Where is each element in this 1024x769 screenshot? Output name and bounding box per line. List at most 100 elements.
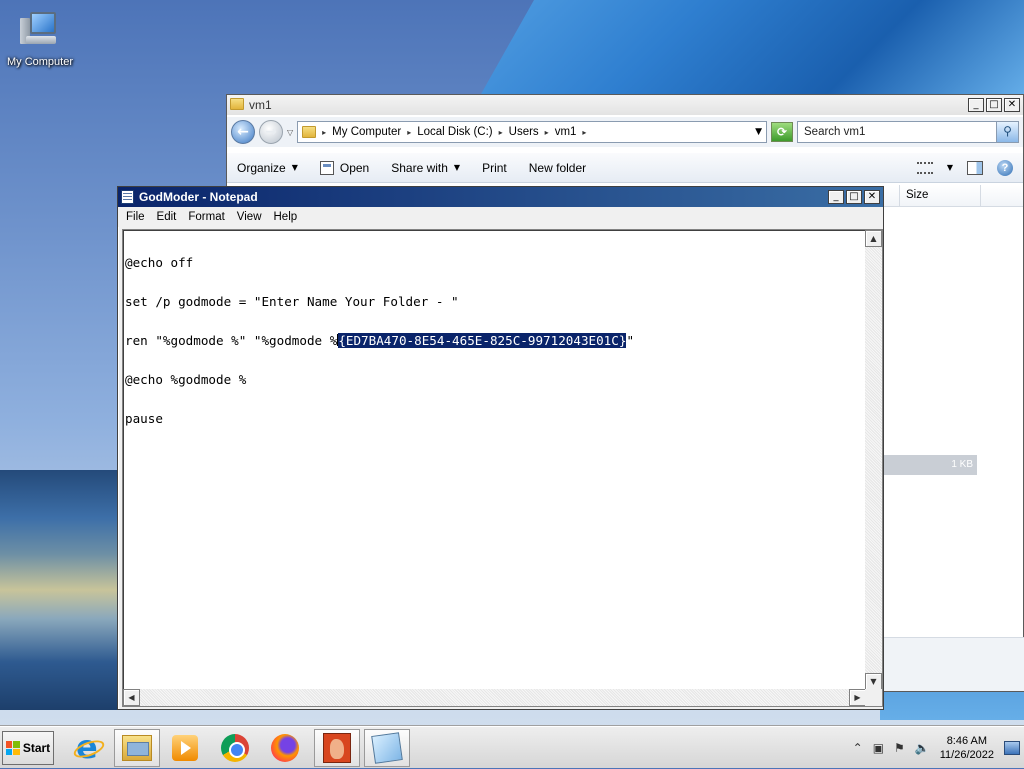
chevron-right-icon[interactable]: ▸ xyxy=(322,128,326,137)
recent-pages-button[interactable]: ▽ xyxy=(287,128,293,137)
share-with-button[interactable]: Share with ▼ xyxy=(391,161,460,175)
folder-icon xyxy=(302,126,317,138)
chevron-right-icon[interactable]: ▸ xyxy=(582,128,586,137)
search-icon[interactable]: ⚲ xyxy=(996,122,1018,142)
close-button[interactable]: ✕ xyxy=(1004,98,1020,112)
refresh-button[interactable]: ⟳ xyxy=(771,122,793,142)
taskbar-internet-explorer[interactable] xyxy=(64,728,110,767)
notepad-titlebar[interactable]: GodModer - Notepad _ □ ✕ xyxy=(118,187,883,207)
taskbar-cheat-app[interactable] xyxy=(314,729,360,767)
resize-grip[interactable] xyxy=(865,689,882,706)
vertical-scrollbar[interactable]: ▲ ▼ xyxy=(865,230,882,690)
system-tray: ⌃ ▣ ⚑ 🔈 8:46 AM 11/26/2022 xyxy=(853,727,1024,769)
organize-button[interactable]: Organize ▼ xyxy=(237,161,298,175)
firefox-icon xyxy=(271,734,299,762)
scroll-down-button[interactable]: ▼ xyxy=(865,673,882,690)
taskbar-media-player[interactable] xyxy=(162,729,208,767)
new-folder-label: New folder xyxy=(528,160,587,175)
show-hidden-icons-icon[interactable]: ⌃ xyxy=(853,741,863,755)
print-button[interactable]: Print xyxy=(482,161,507,175)
scroll-right-button[interactable]: ▶ xyxy=(849,689,866,706)
command-bar: Organize ▼ Open Share with ▼ Print New f… xyxy=(227,153,1023,183)
breadcrumb-my-computer[interactable]: My Computer xyxy=(332,126,401,138)
menu-format[interactable]: Format xyxy=(182,211,230,223)
notepad-window: GodModer - Notepad _ □ ✕ File Edit Forma… xyxy=(117,186,884,710)
editor-text[interactable]: @echo off set /p godmode = "Enter Name Y… xyxy=(125,230,863,686)
file-size: 1 KB xyxy=(951,459,973,470)
chevron-down-icon: ▼ xyxy=(291,163,298,172)
close-button[interactable]: ✕ xyxy=(864,190,880,204)
clock-time: 8:46 AM xyxy=(946,735,988,747)
text-editor[interactable]: @echo off set /p godmode = "Enter Name Y… xyxy=(122,229,883,707)
maximize-button[interactable]: □ xyxy=(986,98,1002,112)
file-row-selected[interactable]: 1 KB xyxy=(883,455,977,475)
scroll-left-button[interactable]: ◀ xyxy=(123,689,140,706)
column-header-size[interactable]: Size xyxy=(899,185,981,207)
open-icon xyxy=(319,160,334,175)
address-row: ← → ▽ ▸ My Computer ▸ Local Disk (C:) ▸ … xyxy=(227,117,1023,147)
open-button[interactable]: Open xyxy=(319,160,369,175)
explorer-titlebar[interactable]: vm1 _ □ ✕ xyxy=(227,95,1023,115)
menu-help[interactable]: Help xyxy=(268,211,304,223)
folder-icon xyxy=(230,98,244,112)
windows-logo-icon xyxy=(5,741,20,755)
breadcrumb-users[interactable]: Users xyxy=(509,126,539,138)
menu-edit[interactable]: Edit xyxy=(151,211,183,223)
taskbar-windows-explorer[interactable] xyxy=(114,729,160,767)
internet-explorer-icon xyxy=(73,728,101,766)
chevron-down-icon[interactable]: ▼ xyxy=(755,127,762,137)
back-button[interactable]: ← xyxy=(231,120,255,144)
help-icon[interactable]: ? xyxy=(997,159,1013,176)
volume-icon[interactable]: 🔈 xyxy=(915,741,930,755)
breadcrumb-vm1[interactable]: vm1 xyxy=(555,126,577,138)
computer-icon xyxy=(20,10,60,50)
text-line: ren "%godmode %" "%godmode %{ED7BA470-8E… xyxy=(125,333,863,348)
breadcrumb-local-disk[interactable]: Local Disk (C:) xyxy=(417,126,492,138)
desktop-icon-my-computer[interactable]: My Computer xyxy=(4,10,76,68)
start-label: Start xyxy=(22,741,51,755)
action-center-icon[interactable]: ⚑ xyxy=(894,741,905,755)
details-pane xyxy=(883,637,1024,691)
minimize-button[interactable]: _ xyxy=(828,190,844,204)
new-folder-button[interactable]: New folder xyxy=(529,161,586,175)
text-segment: " xyxy=(626,333,635,348)
start-button[interactable]: Start xyxy=(2,731,54,765)
menu-file[interactable]: File xyxy=(120,211,151,223)
chevron-down-icon[interactable]: ▼ xyxy=(947,163,953,172)
notepad-icon xyxy=(371,732,403,764)
cheat-app-icon xyxy=(323,733,351,763)
chevron-right-icon[interactable]: ▸ xyxy=(499,128,503,137)
forward-button[interactable]: → xyxy=(259,120,283,144)
minimize-button[interactable]: _ xyxy=(968,98,984,112)
wallpaper-stripes xyxy=(0,470,120,710)
menu-bar: File Edit Format View Help xyxy=(118,207,883,227)
chevron-right-icon[interactable]: ▸ xyxy=(545,128,549,137)
text-line: @echo %godmode % xyxy=(125,372,247,387)
organize-label: Organize xyxy=(237,160,286,175)
print-label: Print xyxy=(482,160,507,175)
notepad-title: GodModer - Notepad xyxy=(139,190,258,204)
menu-view[interactable]: View xyxy=(231,211,268,223)
chevron-down-icon: ▼ xyxy=(453,163,461,172)
clock-date: 11/26/2022 xyxy=(939,749,994,761)
horizontal-scrollbar[interactable]: ◀ ▶ xyxy=(123,689,866,706)
taskbar-notepad[interactable] xyxy=(364,729,410,767)
text-line: set /p godmode = "Enter Name Your Folder… xyxy=(125,294,459,309)
taskbar-firefox[interactable] xyxy=(262,729,308,767)
text-segment: ren "%godmode %" "%godmode % xyxy=(125,333,338,348)
preview-pane-icon[interactable] xyxy=(967,160,983,175)
taskbar-chrome[interactable] xyxy=(212,729,258,767)
scroll-up-button[interactable]: ▲ xyxy=(865,230,882,247)
search-placeholder: Search vm1 xyxy=(804,126,866,138)
address-bar[interactable]: ▸ My Computer ▸ Local Disk (C:) ▸ Users … xyxy=(297,121,767,143)
change-view-icon[interactable] xyxy=(916,161,933,174)
selected-text: {ED7BA470-8E54-465E-825C-99712043E01C} xyxy=(338,333,627,348)
chevron-right-icon[interactable]: ▸ xyxy=(407,128,411,137)
show-desktop-button[interactable] xyxy=(1004,741,1020,755)
clock[interactable]: 8:46 AM 11/26/2022 xyxy=(940,734,994,762)
maximize-button[interactable]: □ xyxy=(846,190,862,204)
notepad-icon xyxy=(121,190,134,204)
search-input[interactable]: Search vm1 ⚲ xyxy=(797,121,1019,143)
network-icon[interactable]: ▣ xyxy=(873,741,884,755)
chrome-icon xyxy=(221,734,249,762)
